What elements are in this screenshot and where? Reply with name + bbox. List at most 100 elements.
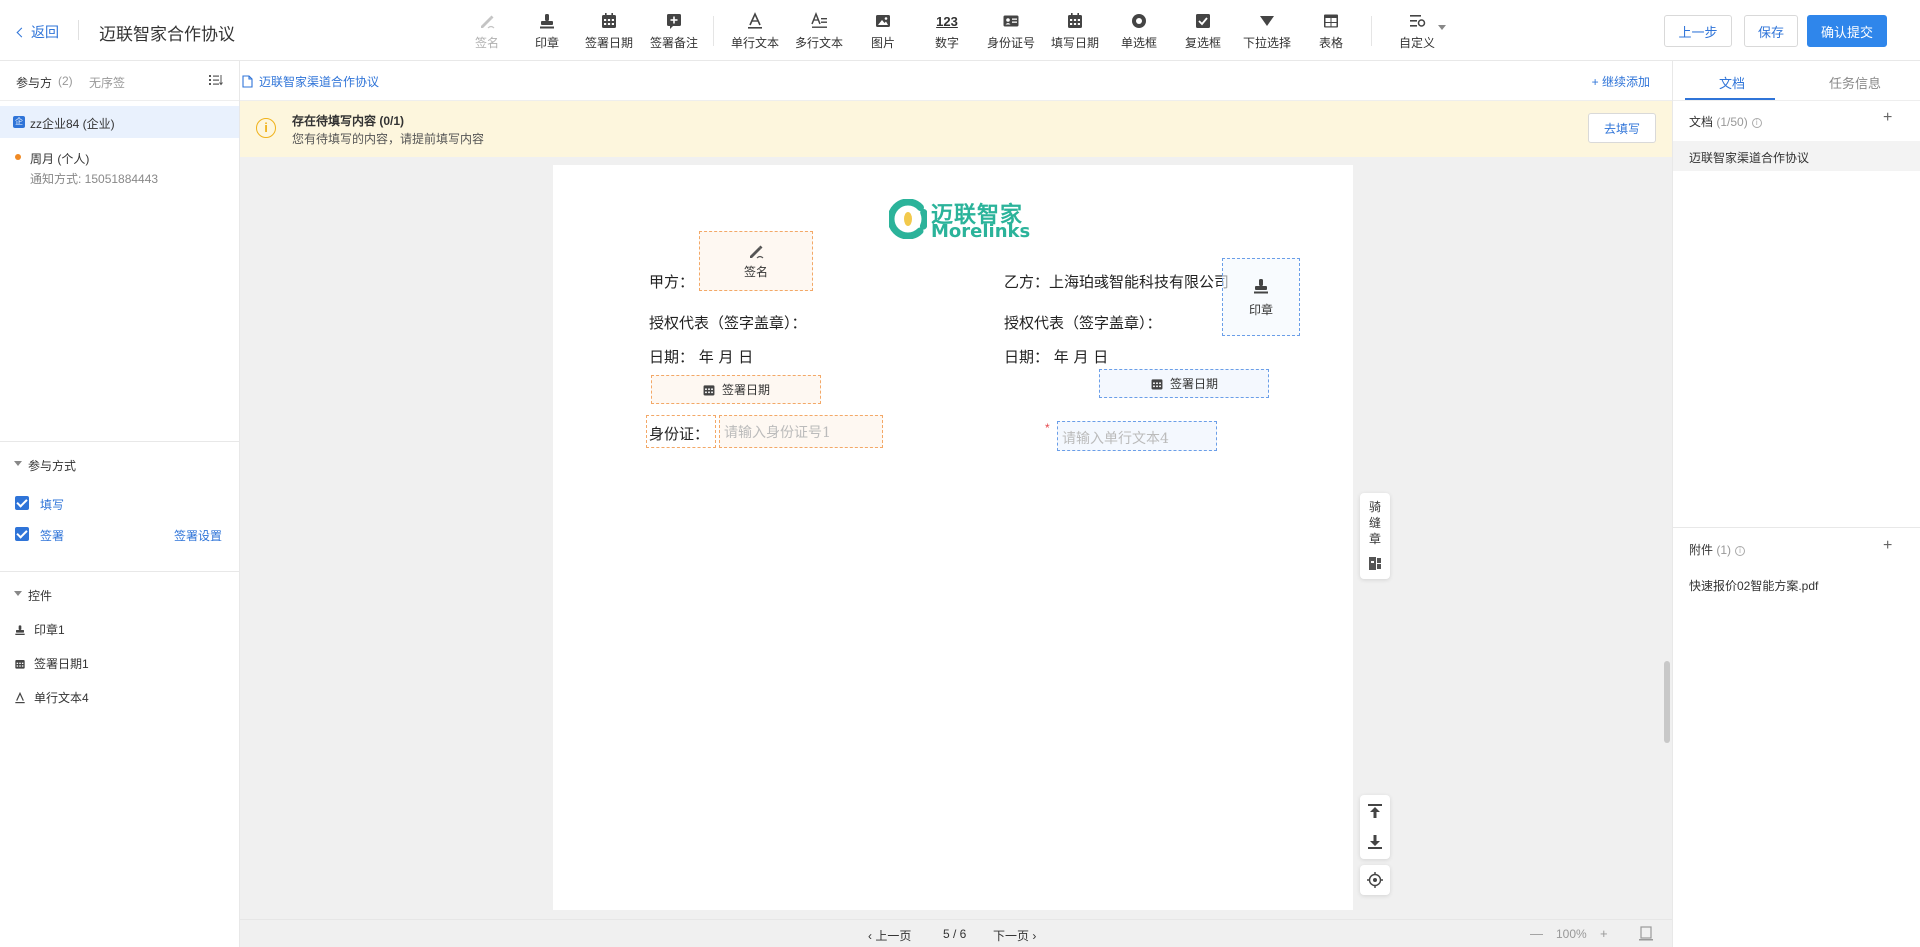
participants-count: (2) bbox=[58, 74, 73, 88]
logo-english: Morelinks bbox=[931, 221, 1031, 242]
continue-add-link[interactable]: + 继续添加 bbox=[1592, 73, 1650, 90]
checkbox-icon bbox=[1194, 10, 1212, 32]
tool-custom[interactable]: 自定义 bbox=[1385, 10, 1449, 54]
status-dot bbox=[15, 154, 21, 160]
section-method-title[interactable]: 参与方式 bbox=[28, 457, 76, 474]
party-a-label: 甲方： bbox=[649, 273, 695, 291]
toolbar-divider bbox=[1371, 16, 1372, 46]
tool-sign-date[interactable]: 签署日期 bbox=[577, 10, 641, 54]
participant-item-person[interactable]: 周月 (个人) bbox=[30, 150, 89, 167]
pen-icon bbox=[750, 245, 764, 259]
breadcrumb[interactable]: 迈联智家渠道合作协议 bbox=[242, 73, 379, 90]
sign-order-label[interactable]: 无序签 bbox=[89, 74, 125, 91]
page-title: 迈联智家合作协议 bbox=[99, 25, 235, 44]
party-a-date: 日期： 年 月 日 bbox=[649, 348, 754, 366]
sort-icon[interactable] bbox=[209, 74, 223, 89]
documents-count: (1/50) bbox=[1716, 115, 1748, 129]
documents-title: 文档 bbox=[1689, 115, 1714, 129]
tool-fill-date[interactable]: 填写日期 bbox=[1043, 10, 1107, 54]
tab-documents[interactable]: 文档 bbox=[1719, 73, 1745, 92]
section-controls-title[interactable]: 控件 bbox=[28, 587, 52, 604]
tool-signature[interactable]: 签名 bbox=[455, 10, 519, 54]
seam-stamp-icon bbox=[1369, 557, 1381, 570]
sign-date-field-b[interactable]: 签署日期 bbox=[1099, 369, 1269, 398]
scroll-to-top-icon[interactable] bbox=[1368, 804, 1382, 818]
fill-label: 填写 bbox=[40, 498, 65, 512]
id-card-icon bbox=[1002, 10, 1020, 32]
stamp-icon bbox=[538, 10, 556, 32]
control-item-single-text[interactable]: 单行文本4 bbox=[14, 689, 89, 706]
next-page-button[interactable]: 下一页 › bbox=[993, 927, 1036, 944]
sign-settings-link[interactable]: 签署设置 bbox=[174, 527, 222, 544]
document-name: 迈联智家渠道合作协议 bbox=[1689, 151, 1810, 165]
control-item-stamp[interactable]: 印章1 bbox=[14, 621, 65, 638]
control-item-sign-date[interactable]: 签署日期1 bbox=[14, 655, 89, 672]
pending-fill-notice: i 存在待填写内容 (0/1) 您有待填写的内容，请提前填写内容 去填写 bbox=[240, 101, 1672, 157]
tool-table[interactable]: 表格 bbox=[1299, 10, 1363, 54]
fit-page-icon[interactable] bbox=[1638, 926, 1654, 942]
sign-date-field-a[interactable]: 签署日期 bbox=[651, 375, 821, 404]
party-b-label: 乙方：上海珀彧智能科技有限公司 bbox=[1004, 273, 1230, 291]
tool-radio[interactable]: 单选框 bbox=[1107, 10, 1171, 54]
page-indicator: 5 / 6 bbox=[943, 927, 967, 941]
locate-button[interactable] bbox=[1360, 865, 1390, 895]
go-fill-button[interactable]: 去填写 bbox=[1588, 113, 1656, 143]
attachments-title: 附件 bbox=[1689, 543, 1714, 557]
tab-task-info[interactable]: 任务信息 bbox=[1829, 73, 1881, 92]
caret-down-icon[interactable] bbox=[14, 461, 22, 466]
documents-section-title: 文档 (1/50) i bbox=[1689, 113, 1762, 130]
attachment-list-item[interactable]: 快速报价02智能方案.pdf bbox=[1689, 577, 1818, 594]
tool-sign-note[interactable]: 签署备注 bbox=[642, 10, 706, 54]
back-button[interactable]: 返回 bbox=[16, 22, 59, 42]
caret-down-icon[interactable] bbox=[14, 591, 22, 596]
info-icon[interactable]: i bbox=[1735, 546, 1746, 556]
sign-date-label: 签署日期 bbox=[721, 383, 770, 397]
fill-checkbox[interactable] bbox=[15, 496, 29, 510]
required-mark: * bbox=[1045, 421, 1050, 435]
divider bbox=[0, 571, 239, 572]
tool-dropdown[interactable]: 下拉选择 bbox=[1235, 10, 1299, 54]
confirm-submit-button[interactable]: 确认提交 bbox=[1807, 15, 1887, 47]
notice-description: 您有待填写的内容，请提前填写内容 bbox=[292, 132, 485, 146]
tool-id-card[interactable]: 身份证号 bbox=[979, 10, 1043, 54]
id-number-input[interactable]: 请输入身份证号1 bbox=[719, 415, 883, 448]
tool-checkbox[interactable]: 复选框 bbox=[1171, 10, 1235, 54]
tool-stamp[interactable]: 印章 bbox=[515, 10, 579, 54]
radio-icon bbox=[1130, 10, 1148, 32]
stamp-field[interactable]: 印章 bbox=[1222, 258, 1300, 336]
calendar-icon bbox=[1066, 10, 1084, 32]
prev-page-button[interactable]: ‹ 上一页 bbox=[868, 927, 911, 944]
tool-multi-text[interactable]: 多行文本 bbox=[787, 10, 851, 54]
zoom-level: 100% bbox=[1556, 927, 1587, 941]
single-text-input[interactable]: 请输入单行文本4 bbox=[1057, 421, 1217, 451]
custom-caret-icon[interactable] bbox=[1438, 25, 1446, 30]
locate-icon bbox=[1367, 872, 1383, 888]
sign-checkbox[interactable] bbox=[15, 527, 29, 541]
tool-image[interactable]: 图片 bbox=[851, 10, 915, 54]
prev-step-button[interactable]: 上一步 bbox=[1664, 15, 1732, 47]
vertical-scrollbar[interactable] bbox=[1664, 661, 1670, 743]
signature-field[interactable]: 签名 bbox=[699, 231, 813, 291]
participant-item-enterprise[interactable]: 企 zz企业84 (企业) bbox=[0, 106, 239, 138]
scroll-controls bbox=[1360, 795, 1390, 859]
zoom-out-button[interactable]: — bbox=[1530, 926, 1543, 941]
zoom-in-button[interactable]: + bbox=[1600, 926, 1608, 941]
document-list-item[interactable]: 迈联智家渠道合作协议 bbox=[1673, 141, 1920, 171]
tool-number[interactable]: 123 数字 bbox=[915, 10, 979, 54]
save-button[interactable]: 保存 bbox=[1744, 15, 1798, 47]
info-warning-icon: i bbox=[256, 118, 276, 138]
calendar-icon bbox=[600, 10, 618, 32]
breadcrumb-label: 迈联智家渠道合作协议 bbox=[259, 75, 380, 89]
tool-single-text[interactable]: 单行文本 bbox=[723, 10, 787, 54]
control-item-label: 单行文本4 bbox=[34, 691, 89, 705]
single-text-placeholder: 请输入单行文本4 bbox=[1062, 431, 1169, 447]
scroll-to-bottom-icon[interactable] bbox=[1368, 835, 1382, 849]
info-icon[interactable]: i bbox=[1751, 118, 1762, 128]
seam-stamp-button[interactable]: 骑缝章 bbox=[1360, 493, 1390, 579]
stamp-field-label: 印章 bbox=[1248, 302, 1273, 317]
participants-title: 参与方 bbox=[16, 76, 53, 90]
add-attachment-button[interactable]: + bbox=[1883, 537, 1892, 555]
back-label: 返回 bbox=[31, 24, 59, 40]
sign-date-label: 签署日期 bbox=[1169, 377, 1218, 391]
add-document-button[interactable]: + bbox=[1883, 109, 1892, 127]
